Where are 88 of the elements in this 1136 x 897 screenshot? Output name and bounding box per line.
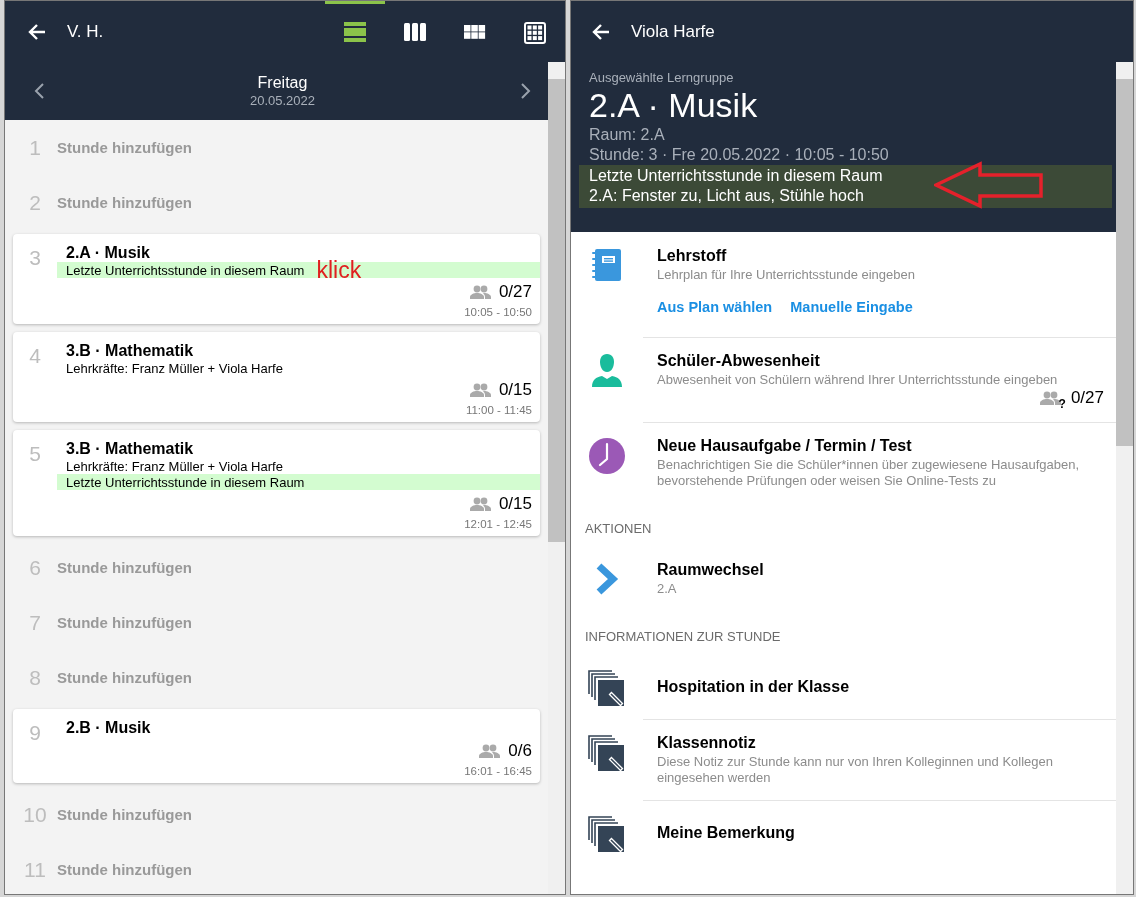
lesson-time: 10:05 - 10:50: [464, 306, 533, 318]
header-title: Viola Harfe: [631, 21, 715, 42]
period-number: 5: [28, 441, 42, 467]
people-icon: [468, 383, 491, 397]
section-heading: INFORMATIONEN ZUR STUNDE: [584, 628, 782, 646]
add-lesson-link[interactable]: Stunde hinzufügen: [57, 139, 192, 156]
lesson-note: Letzte Unterrichtsstunde in diesem Raum: [66, 262, 305, 278]
unknown-mark: ?: [1058, 397, 1066, 411]
lesson-time: 16:01 - 16:45: [464, 765, 533, 777]
lesson-note: Lehrkräfte: Franz Müller + Viola Harfe: [65, 458, 284, 474]
menu-item[interactable]: Raumwechsel 2.A: [571, 546, 1116, 611]
back-arrow-icon[interactable]: [591, 21, 611, 42]
back-arrow-icon[interactable]: [27, 21, 47, 42]
lesson-card[interactable]: 5 3.B · Mathematik Lehrkräfte: Franz Müller + Viola Harfe Letzte Unterrichtsstunde in diesem Raum 0/15 12:01 - 12:45: [13, 430, 540, 536]
add-lesson-link[interactable]: Stunde hinzufügen: [57, 669, 192, 686]
item-description: Diese Notiz zur Stunde kann nur von Ihren Kolleginnen und Kollegen eingesehen werden: [657, 754, 1055, 786]
rows-view-icon[interactable]: [344, 22, 366, 44]
chevron-right-icon: [595, 562, 619, 596]
period-number: 3: [28, 245, 42, 271]
item-title: Neue Hausaufgabe / Termin / Test: [657, 437, 913, 455]
notice-text: Letzte Unterrichtsstunde in diesem Raum: [589, 166, 884, 186]
chevron-right-icon[interactable]: [520, 82, 532, 100]
action-link[interactable]: Manuelle Eingabe: [790, 299, 913, 315]
arrow-annotation-icon: [934, 161, 1044, 209]
lesson-card[interactable]: 9 2.B · Musik 0/6 16:01 - 16:45: [13, 709, 540, 783]
lesson-time: 11:00 - 11:45: [465, 404, 533, 416]
add-lesson-link[interactable]: Stunde hinzufügen: [57, 806, 192, 823]
period-number: 4: [28, 343, 42, 369]
lesson-card[interactable]: 3 2.A · Musik Letzte Unterrichtsstunde in diesem Raum klick 0/27 10:05 - 10:50: [13, 234, 540, 324]
lesson-note: Lehrkräfte: Franz Müller + Viola Harfe: [65, 360, 284, 376]
lesson-card[interactable]: 4 3.B · Mathematik Lehrkräfte: Franz Müller + Viola Harfe 0/15 11:00 - 11:45: [13, 332, 540, 422]
student-count: 0/15: [498, 380, 532, 400]
room-label: Raum: 2.A: [588, 125, 666, 145]
add-lesson-link[interactable]: Stunde hinzufügen: [57, 614, 192, 631]
section-heading: AKTIONEN: [584, 520, 653, 538]
group-title: 2.A · Musik: [588, 85, 759, 125]
item-description: 2.A: [657, 581, 678, 597]
scrollbar[interactable]: [1116, 62, 1133, 894]
item-title: Schüler-Abwesenheit: [657, 352, 821, 370]
person-icon: [590, 353, 624, 387]
lesson-title: 2.B · Musik: [65, 719, 152, 737]
lesson-title: 3.B · Mathematik: [65, 342, 195, 360]
menu-item[interactable]: Klassennotiz Diese Notiz zur Stunde kann nur von Ihren Kolleginnen und Kollegen eingesehen werden: [571, 719, 1116, 800]
header-title: V. H.: [67, 21, 105, 42]
lesson-title: 2.A · Musik: [65, 244, 151, 262]
menu-item[interactable]: Lehrstoff Lehrplan für Ihre Unterrichtsstunde eingeben Aus Plan wählen Manuelle Eingabe: [571, 232, 1116, 337]
stacked-notes-icon: [588, 816, 626, 854]
menu-item[interactable]: Hospitation in der Klasse: [571, 654, 1116, 719]
people-icon: [468, 285, 491, 299]
group-label: Ausgewählte Lerngruppe: [588, 70, 735, 85]
item-title: Hospitation in der Klasse: [657, 678, 851, 696]
notebook-icon: [592, 248, 622, 282]
large-grid-view-icon[interactable]: [524, 22, 546, 44]
action-link[interactable]: Aus Plan wählen: [657, 299, 773, 315]
item-description: Lehrplan für Ihre Unterrichtsstunde eingeben: [657, 267, 916, 283]
stacked-notes-icon: [588, 670, 626, 708]
item-description: Abwesenheit von Schülern während Ihrer Unterrichtsstunde eingeben: [657, 372, 1059, 388]
item-title: Meine Bemerkung: [657, 824, 796, 842]
menu-item[interactable]: Schüler-Abwesenheit Abwesenheit von Schülern während Ihrer Unterrichtsstunde eingeben ? 0/27: [571, 337, 1116, 422]
student-count: 0/15: [498, 494, 532, 514]
lesson-title: 3.B · Mathematik: [65, 440, 195, 458]
item-title: Klassennotiz: [657, 734, 757, 752]
clock-icon: [589, 438, 625, 474]
student-count: 0/6: [508, 741, 532, 761]
period-number: 9: [28, 720, 42, 746]
chevron-left-icon[interactable]: [33, 82, 45, 100]
item-title: Lehrstoff: [657, 247, 728, 265]
menu-item[interactable]: Neue Hausaufgabe / Termin / Test Benachrichtigen Sie die Schüler*innen über zugewiesene Hausaufgaben, bevorstehende Prüfungen oder weisen Sie Online-Tests zu: [571, 422, 1116, 503]
columns-view-icon[interactable]: [404, 22, 426, 44]
student-count: 0/27: [498, 282, 532, 302]
weekday-label: Freitag: [257, 74, 308, 92]
student-count: 0/27: [1070, 388, 1104, 408]
add-lesson-link[interactable]: Stunde hinzufügen: [57, 194, 192, 211]
annotation-text: klick: [316, 262, 362, 278]
people-icon: [1038, 391, 1061, 405]
lesson-note: Letzte Unterrichtsstunde in diesem Raum: [66, 474, 305, 490]
menu-item[interactable]: Meine Bemerkung: [571, 800, 1116, 865]
add-lesson-link[interactable]: Stunde hinzufügen: [57, 861, 192, 878]
lesson-time: 12:01 - 12:45: [464, 518, 533, 530]
people-icon: [478, 744, 501, 758]
notice-text: 2.A: Fenster zu, Licht aus, Stühle hoch: [589, 186, 865, 206]
item-title: Raumwechsel: [657, 561, 765, 579]
people-icon: [468, 497, 491, 511]
item-description: Benachrichtigen Sie die Schüler*innen über zugewiesene Hausaufgaben, bevorstehende Prüfungen oder weisen Sie Online-Tests zu: [657, 457, 1081, 489]
add-lesson-link[interactable]: Stunde hinzufügen: [57, 559, 192, 576]
lesson-info: Stunde: 3 · Fre 20.05.2022 · 10:05 - 10:50: [588, 145, 890, 165]
date-label: 20.05.2022: [249, 93, 316, 108]
stacked-notes-icon: [588, 735, 626, 773]
